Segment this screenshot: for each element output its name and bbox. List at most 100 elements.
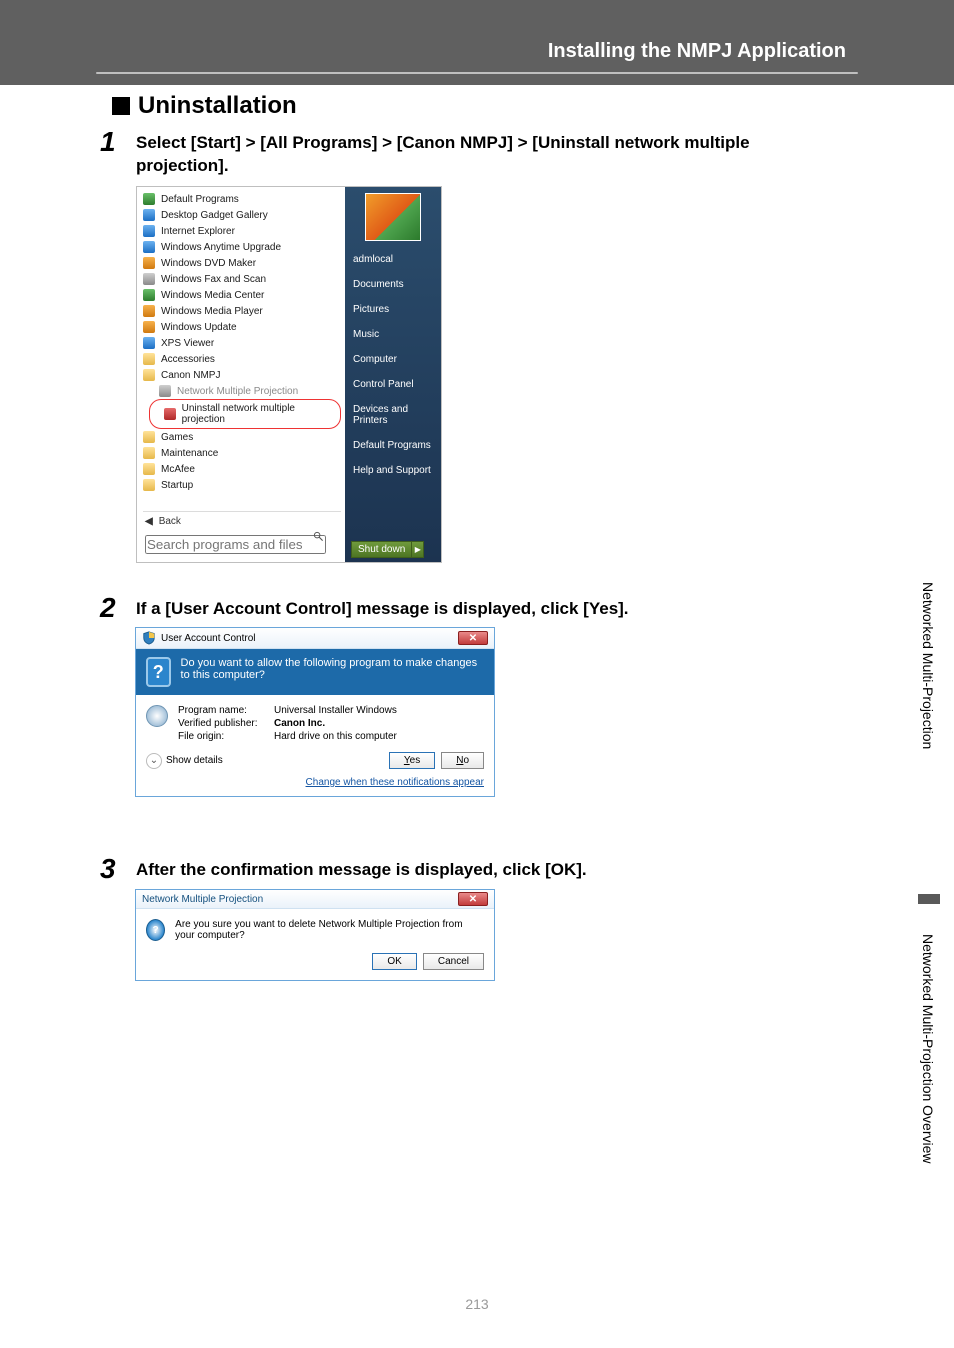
label-program-name: Program name: <box>178 705 268 716</box>
installer-icon <box>146 705 168 727</box>
back-button[interactable]: ◀Back <box>143 511 341 529</box>
program-label: Games <box>161 432 193 443</box>
start-right-pane: admlocal Documents Pictures Music Comput… <box>345 187 441 562</box>
dialog-prompt: Do you want to allow the following progr… <box>181 657 484 687</box>
step-text-2: If a [User Account Control] message is d… <box>136 598 836 621</box>
close-icon: ✕ <box>469 633 477 644</box>
program-item[interactable]: Default Programs <box>143 191 341 207</box>
program-label: McAfee <box>161 464 195 475</box>
program-folder[interactable]: Games <box>143 429 341 445</box>
page-header: Installing the NMPJ Application <box>548 40 846 63</box>
no-rest: o <box>463 755 469 766</box>
chevron-right-icon: ▶ <box>415 545 421 554</box>
step-number-2: 2 <box>100 592 116 624</box>
dialog-title: User Account Control <box>161 633 256 644</box>
shutdown-button[interactable]: Shut down <box>351 541 412 558</box>
program-icon <box>143 225 155 237</box>
step-number-1: 1 <box>100 126 116 158</box>
chevron-down-icon[interactable]: ⌄ <box>146 753 162 769</box>
screenshot-uac-dialog: User Account Control ✕ ? Do you want to … <box>135 627 495 797</box>
program-label: Canon NMPJ <box>161 370 220 381</box>
screenshot-confirm-dialog: Network Multiple Projection ✕ ? Are you … <box>135 889 495 981</box>
program-icon <box>159 385 171 397</box>
program-label: Windows Update <box>161 322 237 333</box>
shutdown-options-button[interactable]: ▶ <box>412 541 424 558</box>
folder-icon <box>143 463 155 475</box>
dialog-title: Network Multiple Projection <box>142 894 263 905</box>
section-heading: Uninstallation <box>112 92 297 120</box>
right-pane-link[interactable]: Computer <box>345 347 441 372</box>
folder-icon <box>143 431 155 443</box>
program-item[interactable]: Windows Anytime Upgrade <box>143 239 341 255</box>
right-pane-link[interactable]: Documents <box>345 272 441 297</box>
program-folder[interactable]: Startup <box>143 477 341 493</box>
folder-icon <box>143 369 155 381</box>
program-item[interactable]: Desktop Gadget Gallery <box>143 207 341 223</box>
program-item[interactable]: Internet Explorer <box>143 223 341 239</box>
close-button[interactable]: ✕ <box>458 892 488 906</box>
user-avatar-icon <box>365 193 421 241</box>
highlight-callout: Uninstall network multiple projection <box>149 399 341 429</box>
program-label: Internet Explorer <box>161 226 235 237</box>
program-label: Default Programs <box>161 194 239 205</box>
program-icon <box>143 241 155 253</box>
program-item[interactable]: Windows DVD Maker <box>143 255 341 271</box>
ok-button[interactable]: OK <box>372 953 416 970</box>
user-name[interactable]: admlocal <box>345 247 441 272</box>
back-arrow-icon: ◀ <box>145 516 153 527</box>
folder-icon <box>143 353 155 365</box>
program-icon <box>143 273 155 285</box>
no-button[interactable]: No <box>441 752 484 769</box>
right-pane-link[interactable]: Default Programs <box>345 433 441 458</box>
program-item[interactable]: Windows Fax and Scan <box>143 271 341 287</box>
page-number: 213 <box>0 1296 954 1312</box>
right-pane-link[interactable]: Control Panel <box>345 372 441 397</box>
program-item[interactable]: Windows Media Player <box>143 303 341 319</box>
shield-icon <box>142 631 156 645</box>
change-notifications-link[interactable]: Change when these notifications appear <box>136 777 494 796</box>
value-file-origin: Hard drive on this computer <box>274 731 397 742</box>
program-item[interactable]: Windows Update <box>143 319 341 335</box>
program-item[interactable]: Network Multiple Projection <box>143 383 341 399</box>
program-label: Windows Anytime Upgrade <box>161 242 281 253</box>
side-tab-marker-icon <box>918 894 940 904</box>
program-item[interactable]: XPS Viewer <box>143 335 341 351</box>
search-input[interactable] <box>145 535 326 554</box>
show-details-link[interactable]: Show details <box>166 755 223 766</box>
close-icon: ✕ <box>469 894 477 905</box>
step-text-1: Select [Start] > [All Programs] > [Canon… <box>136 132 836 178</box>
program-label: Desktop Gadget Gallery <box>161 210 268 221</box>
program-label: Uninstall network multiple projection <box>182 403 336 425</box>
close-button[interactable]: ✕ <box>458 631 488 645</box>
program-label: Accessories <box>161 354 215 365</box>
value-publisher: Canon Inc. <box>274 718 397 729</box>
right-pane-link[interactable]: Devices and Printers <box>345 397 441 433</box>
right-pane-link[interactable]: Pictures <box>345 297 441 322</box>
yes-button[interactable]: Yes <box>389 752 435 769</box>
program-icon <box>143 193 155 205</box>
right-pane-link[interactable]: Music <box>345 322 441 347</box>
step-text-3: After the confirmation message is displa… <box>136 859 836 882</box>
question-icon: ? <box>146 919 165 941</box>
yes-rest: es <box>410 755 421 766</box>
label-publisher: Verified publisher: <box>178 718 268 729</box>
program-item[interactable]: Windows Media Center <box>143 287 341 303</box>
program-icon <box>143 305 155 317</box>
program-label: Windows Fax and Scan <box>161 274 266 285</box>
side-tab-lower: Networked Multi-Projection Overview <box>920 934 936 1164</box>
section-title-text: Uninstallation <box>138 92 297 119</box>
uninstall-icon <box>164 408 176 420</box>
program-label: Maintenance <box>161 448 218 459</box>
uninstall-menu-item[interactable]: Uninstall network multiple projection <box>154 401 336 427</box>
value-program-name: Universal Installer Windows <box>274 705 397 716</box>
program-folder[interactable]: Canon NMPJ <box>143 367 341 383</box>
question-icon: ? <box>146 657 171 687</box>
program-icon <box>143 321 155 333</box>
program-folder[interactable]: Accessories <box>143 351 341 367</box>
program-folder[interactable]: McAfee <box>143 461 341 477</box>
cancel-button[interactable]: Cancel <box>423 953 484 970</box>
confirm-message: Are you sure you want to delete Network … <box>175 919 484 941</box>
program-folder[interactable]: Maintenance <box>143 445 341 461</box>
right-pane-link[interactable]: Help and Support <box>345 458 441 483</box>
program-icon <box>143 337 155 349</box>
